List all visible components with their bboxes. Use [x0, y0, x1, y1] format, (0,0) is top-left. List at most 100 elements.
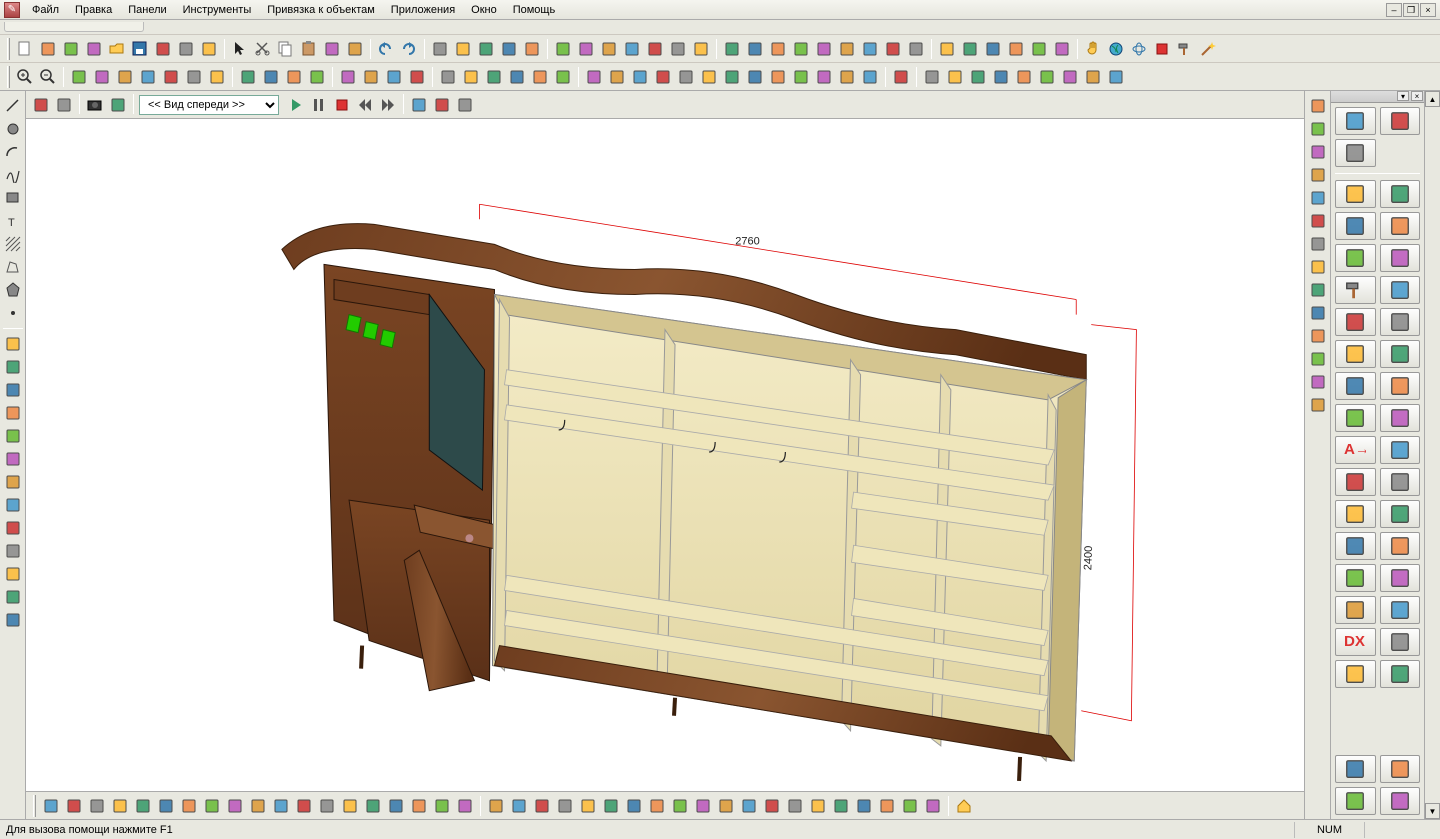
- crosshair-button[interactable]: [1335, 500, 1376, 528]
- e5-button[interactable]: [1028, 38, 1050, 60]
- table-grey-button[interactable]: [1380, 404, 1421, 432]
- l1-button[interactable]: [921, 66, 943, 88]
- restore-button[interactable]: ❐: [1403, 3, 1419, 17]
- g11-button[interactable]: [813, 66, 835, 88]
- menu-file[interactable]: Файл: [24, 2, 67, 18]
- copy-button[interactable]: [275, 38, 297, 60]
- t3-button[interactable]: [531, 795, 553, 817]
- palette-button[interactable]: [1335, 139, 1376, 167]
- r9-button[interactable]: [1307, 279, 1329, 301]
- list-button[interactable]: [1335, 372, 1376, 400]
- s18-button[interactable]: [431, 795, 453, 817]
- viewport-canvas[interactable]: 2760 2400 1100: [26, 119, 1304, 791]
- pg3-button[interactable]: [483, 66, 505, 88]
- r6-button[interactable]: [1307, 210, 1329, 232]
- s8-button[interactable]: [201, 795, 223, 817]
- c3-button[interactable]: [598, 38, 620, 60]
- container-button[interactable]: [1335, 308, 1376, 336]
- screw-button[interactable]: [1380, 436, 1421, 464]
- cursor-button[interactable]: [229, 38, 251, 60]
- t7-button[interactable]: [623, 795, 645, 817]
- dup3-button[interactable]: [475, 38, 497, 60]
- s4-button[interactable]: [109, 795, 131, 817]
- drill-button[interactable]: [1380, 276, 1421, 304]
- box2-button[interactable]: [91, 66, 113, 88]
- cube2-button[interactable]: [431, 94, 453, 116]
- e3-button[interactable]: [982, 38, 1004, 60]
- box3-button[interactable]: [114, 66, 136, 88]
- t18-button[interactable]: [876, 795, 898, 817]
- g4-button[interactable]: [652, 66, 674, 88]
- l6-button[interactable]: [1036, 66, 1058, 88]
- box3d-button[interactable]: [1335, 532, 1376, 560]
- exp3-button[interactable]: [1335, 787, 1376, 815]
- an4-button[interactable]: [306, 66, 328, 88]
- sun-button[interactable]: [1380, 564, 1421, 592]
- mod10-button[interactable]: [2, 540, 24, 562]
- edge-button[interactable]: [1335, 244, 1376, 272]
- s5-button[interactable]: [132, 795, 154, 817]
- an1-button[interactable]: [237, 66, 259, 88]
- edit-box-button[interactable]: [1380, 107, 1421, 135]
- e4-button[interactable]: [1005, 38, 1027, 60]
- t11-button[interactable]: [715, 795, 737, 817]
- an2-button[interactable]: [260, 66, 282, 88]
- s19-button[interactable]: [454, 795, 476, 817]
- box5-button[interactable]: [160, 66, 182, 88]
- edge-curve-button[interactable]: [1380, 244, 1421, 272]
- preview-button[interactable]: [198, 38, 220, 60]
- zoom-out-button[interactable]: [37, 66, 59, 88]
- l2-button[interactable]: [944, 66, 966, 88]
- d6-button[interactable]: [836, 38, 858, 60]
- atob-button[interactable]: A→B: [1335, 436, 1376, 464]
- redo-button[interactable]: [398, 38, 420, 60]
- mod6-button[interactable]: [2, 448, 24, 470]
- s10-button[interactable]: [247, 795, 269, 817]
- zoom-in-button[interactable]: [14, 66, 36, 88]
- hand-button[interactable]: [1082, 38, 1104, 60]
- c2-button[interactable]: [575, 38, 597, 60]
- l9-button[interactable]: [1105, 66, 1127, 88]
- s2-button[interactable]: [63, 795, 85, 817]
- print-button[interactable]: [175, 38, 197, 60]
- r2-button[interactable]: [1307, 118, 1329, 140]
- ct2-button[interactable]: [53, 94, 75, 116]
- hammer-button[interactable]: [1174, 38, 1196, 60]
- t17-button[interactable]: [853, 795, 875, 817]
- stop-button[interactable]: [1151, 38, 1173, 60]
- d4-button[interactable]: [790, 38, 812, 60]
- stop-button[interactable]: [331, 94, 353, 116]
- undo-button[interactable]: [375, 38, 397, 60]
- pg5-button[interactable]: [529, 66, 551, 88]
- minimize-button[interactable]: –: [1386, 3, 1402, 17]
- menu-window[interactable]: Окно: [463, 2, 505, 18]
- dup1-button[interactable]: [429, 38, 451, 60]
- r4-button[interactable]: [1307, 164, 1329, 186]
- t10-button[interactable]: [692, 795, 714, 817]
- t12-button[interactable]: [738, 795, 760, 817]
- r7-button[interactable]: [1307, 233, 1329, 255]
- corner-round-button[interactable]: [1380, 212, 1421, 240]
- t2-button[interactable]: [508, 795, 530, 817]
- exp4-button[interactable]: [1380, 787, 1421, 815]
- pen-button[interactable]: [337, 66, 359, 88]
- boxes-button[interactable]: [1380, 660, 1421, 688]
- pg4-button[interactable]: [506, 66, 528, 88]
- poly-button[interactable]: [2, 256, 24, 278]
- hatch-button[interactable]: [2, 233, 24, 255]
- g8-button[interactable]: [744, 66, 766, 88]
- r5-button[interactable]: [1307, 187, 1329, 209]
- t15-button[interactable]: [807, 795, 829, 817]
- rotate3d-button[interactable]: [1128, 38, 1150, 60]
- ffwd-button[interactable]: [377, 94, 399, 116]
- grid-button[interactable]: [1380, 340, 1421, 368]
- r3-button[interactable]: [1307, 141, 1329, 163]
- books-button[interactable]: [1335, 660, 1376, 688]
- chart-button[interactable]: [1335, 340, 1376, 368]
- line-button[interactable]: [2, 95, 24, 117]
- r14-button[interactable]: [1307, 394, 1329, 416]
- g1-button[interactable]: [583, 66, 605, 88]
- rect-button[interactable]: [2, 187, 24, 209]
- toolbar-tab[interactable]: [4, 22, 144, 32]
- table-green-button[interactable]: [1335, 404, 1376, 432]
